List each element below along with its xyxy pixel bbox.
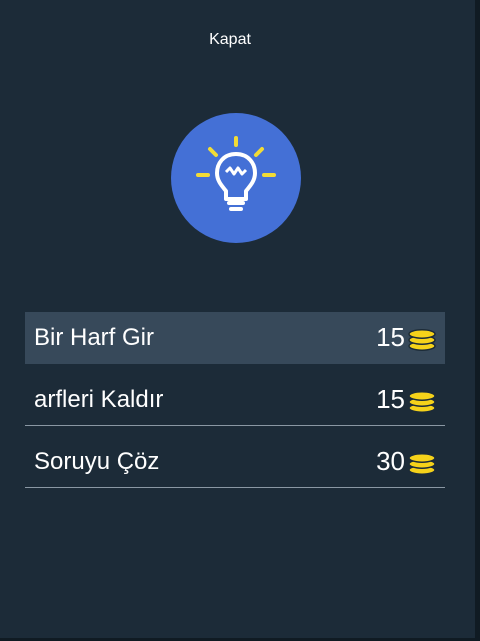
hint-icon-circle — [171, 113, 301, 243]
option-label: Bir Harf Gir — [34, 324, 154, 351]
option-price: 15 — [376, 384, 405, 414]
option-row[interactable]: Bir Harf Gir 15 — [25, 312, 445, 364]
coin-stack-icon — [408, 453, 436, 475]
hint-options-list: Bir Harf Gir 15 arfleri Kaldır 15 Soruyu… — [25, 312, 445, 498]
option-price: 30 — [376, 446, 405, 476]
right-edge-strip — [475, 0, 480, 641]
lightbulb-icon — [196, 136, 276, 211]
close-button[interactable]: Kapat — [0, 28, 460, 52]
option-row[interactable]: arfleri Kaldır 15 — [25, 374, 445, 426]
option-label: arfleri Kaldır — [34, 386, 164, 413]
option-row[interactable]: Soruyu Çöz 30 — [25, 436, 445, 488]
option-label: Soruyu Çöz — [34, 448, 160, 475]
option-price: 15 — [376, 322, 405, 352]
coin-stack-icon — [408, 329, 436, 351]
coin-stack-icon — [408, 391, 436, 413]
